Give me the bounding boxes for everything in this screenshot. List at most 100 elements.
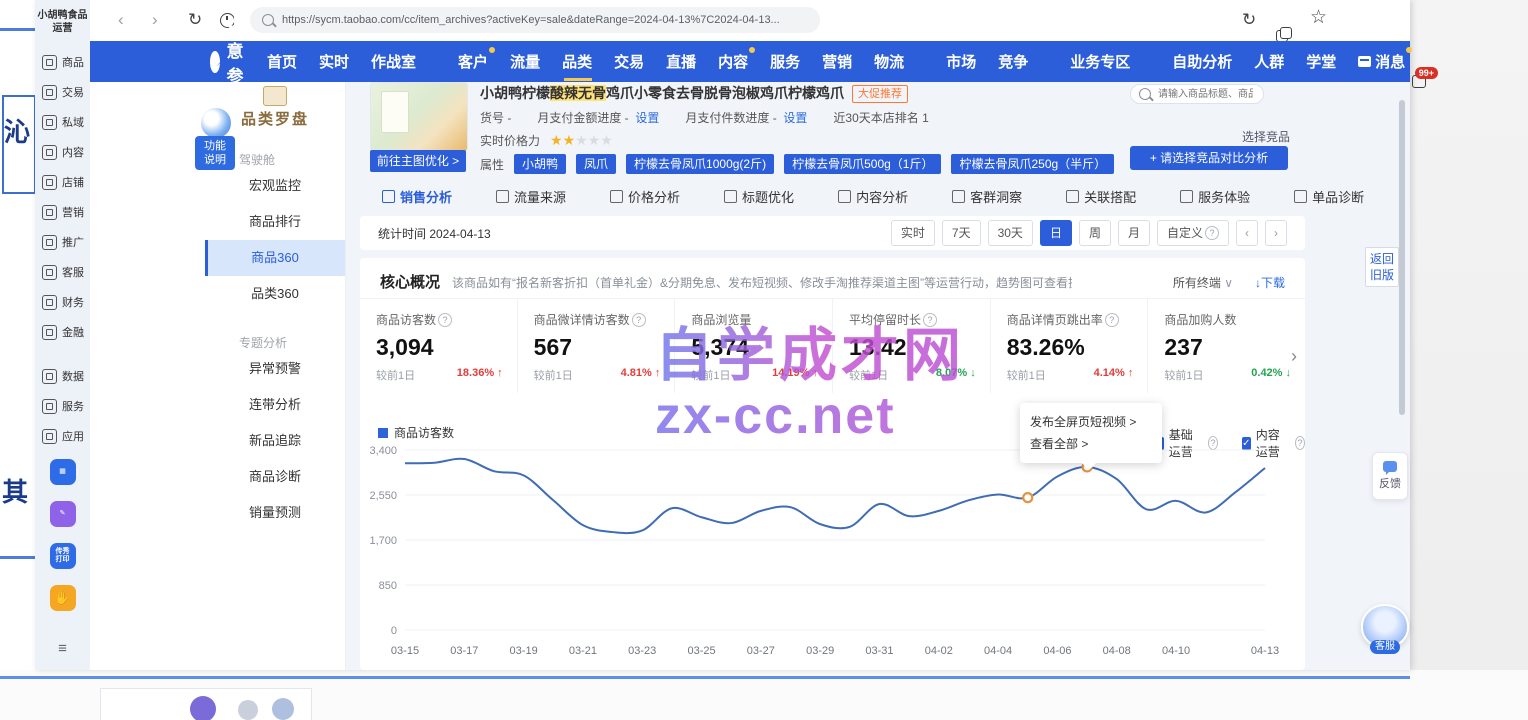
stat-card-bounce-rate[interactable]: 商品详情页跳出率? 83.26% 较前1日4.14% ↑ bbox=[990, 299, 1148, 393]
nav-item-business-zone[interactable]: 业务专区 bbox=[1070, 51, 1130, 72]
chat-extension-icon[interactable]: 99+ bbox=[1412, 74, 1428, 90]
sidebar-item-data[interactable]: 数据 bbox=[42, 361, 84, 391]
set-link[interactable]: 设置 bbox=[635, 111, 659, 125]
nav-item-message[interactable]: 消息 bbox=[1358, 51, 1405, 72]
nav-item-warroom[interactable]: 作战室 bbox=[371, 51, 416, 72]
print-app-icon[interactable]: 传秀打印 bbox=[50, 543, 76, 569]
nav-item-category[interactable]: 品类 bbox=[562, 51, 592, 72]
grid-app-icon[interactable]: ▦ bbox=[50, 459, 76, 485]
tab-traffic-source[interactable]: 流量来源 bbox=[496, 187, 566, 206]
terminal-filter[interactable]: 所有终端 ∨ bbox=[1173, 274, 1233, 291]
more-cards-chevron[interactable]: › bbox=[1291, 346, 1297, 367]
sidebar-item-promotion[interactable]: 推广 bbox=[42, 227, 84, 257]
attr-tag[interactable]: 柠檬去骨凤爪250g（半斤） bbox=[951, 154, 1114, 174]
feedback-button[interactable]: 反馈 bbox=[1372, 452, 1408, 500]
nav-item-customer[interactable]: 客户 bbox=[458, 51, 488, 72]
select-competitor-button[interactable]: + 请选择竞品对比分析 bbox=[1130, 146, 1288, 170]
customer-service-widget[interactable]: 客服 bbox=[1358, 604, 1412, 658]
stat-card-add-to-cart[interactable]: 商品加购人数 237 较前1日0.42% ↓ bbox=[1147, 299, 1305, 393]
reload-icon[interactable]: ↻ bbox=[188, 11, 202, 28]
product-search-input[interactable] bbox=[1156, 88, 1255, 101]
range-month[interactable]: 月 bbox=[1118, 220, 1150, 246]
stat-card-visitors[interactable]: 商品访客数? 3,094 较前1日18.36% ↑ bbox=[360, 299, 517, 393]
sidebar-item-capital[interactable]: 金融 bbox=[42, 317, 84, 347]
note-app-icon[interactable]: ✎ bbox=[50, 501, 76, 527]
sidebar-item-service[interactable]: 服务 bbox=[42, 391, 84, 421]
secnav-item-macro-monitor[interactable]: 宏观监控 bbox=[205, 168, 345, 204]
nav-item-trade[interactable]: 交易 bbox=[614, 51, 644, 72]
secnav-item-goods-360[interactable]: 商品360 bbox=[205, 240, 345, 276]
tooltip-link-view-all[interactable]: 查看全部 > bbox=[1030, 433, 1152, 455]
attr-tag[interactable]: 小胡鸭 bbox=[514, 154, 566, 174]
bookmark-star-icon[interactable]: ☆ bbox=[1310, 9, 1327, 26]
forward-icon[interactable]: › bbox=[152, 11, 158, 28]
tab-service-experience[interactable]: 服务体验 bbox=[1180, 187, 1250, 206]
attr-tag[interactable]: 柠檬去骨凤爪500g（1斤） bbox=[784, 154, 941, 174]
tab-sales-analysis[interactable]: 销售分析 bbox=[382, 187, 452, 206]
attr-tag[interactable]: 柠檬去骨凤爪1000g(2斤) bbox=[626, 154, 774, 174]
nav-item-live[interactable]: 直播 bbox=[666, 51, 696, 72]
nav-item-academy[interactable]: 学堂 bbox=[1306, 51, 1336, 72]
download-link[interactable]: ↓下载 bbox=[1255, 274, 1285, 291]
back-icon[interactable]: ‹ bbox=[118, 11, 124, 28]
page-scrollbar[interactable] bbox=[1399, 100, 1405, 415]
tab-content-analysis[interactable]: 内容分析 bbox=[838, 187, 908, 206]
prev-period-button[interactable]: ‹ bbox=[1236, 220, 1258, 246]
sidebar-item-customer-service[interactable]: 客服 bbox=[42, 257, 84, 287]
secnav-item-bundle-analysis[interactable]: 连带分析 bbox=[205, 387, 345, 423]
nav-item-logistics[interactable]: 物流 bbox=[874, 51, 904, 72]
secnav-item-goods-ranking[interactable]: 商品排行 bbox=[205, 204, 345, 240]
nav-item-realtime[interactable]: 实时 bbox=[319, 51, 349, 72]
tab-item-diagnosis[interactable]: 单品诊断 bbox=[1294, 187, 1364, 206]
sidebar-item-trade[interactable]: 交易 bbox=[42, 77, 84, 107]
nav-item-traffic[interactable]: 流量 bbox=[510, 51, 540, 72]
nav-item-self-analysis[interactable]: 自助分析 bbox=[1172, 51, 1232, 72]
stat-card-avg-stay-time[interactable]: 平均停留时长? 13.42 较前1日8.07% ↓ bbox=[832, 299, 990, 393]
sidebar-item-finance[interactable]: 财务 bbox=[42, 287, 84, 317]
nav-item-crowd[interactable]: 人群 bbox=[1254, 51, 1284, 72]
refresh-extension-icon[interactable]: ↻ bbox=[1242, 11, 1256, 28]
collapse-menu-icon[interactable]: ≡ bbox=[35, 640, 90, 657]
tab-related-combos[interactable]: 关联搭配 bbox=[1066, 187, 1136, 206]
tab-title-optimization[interactable]: 标题优化 bbox=[724, 187, 794, 206]
hand-app-icon[interactable]: ✋ bbox=[50, 585, 76, 611]
nav-item-service[interactable]: 服务 bbox=[770, 51, 800, 72]
tab-price-analysis[interactable]: 价格分析 bbox=[610, 187, 680, 206]
product-search-box[interactable] bbox=[1130, 84, 1264, 104]
set-link[interactable]: 设置 bbox=[783, 111, 807, 125]
secnav-item-new-product-tracking[interactable]: 新品追踪 bbox=[205, 423, 345, 459]
secnav-item-goods-diagnosis[interactable]: 商品诊断 bbox=[205, 459, 345, 495]
range-30d[interactable]: 30天 bbox=[988, 220, 1033, 246]
optimize-main-pic-button[interactable]: 前往主图优化 > bbox=[370, 150, 466, 172]
sidebar-item-shop[interactable]: 店铺 bbox=[42, 167, 84, 197]
next-period-button[interactable]: › bbox=[1265, 220, 1287, 246]
sidebar-item-content[interactable]: 内容 bbox=[42, 137, 84, 167]
secnav-item-anomaly-alert[interactable]: 异常预警 bbox=[205, 351, 345, 387]
stat-card-page-views[interactable]: 商品浏览量 5,374 较前1日14.19% ↑ bbox=[674, 299, 832, 393]
attr-tag[interactable]: 凤爪 bbox=[576, 154, 616, 174]
nav-item-home[interactable]: 首页 bbox=[267, 51, 297, 72]
sidebar-item-apps[interactable]: 应用 bbox=[42, 421, 84, 451]
nav-item-competition[interactable]: 竞争 bbox=[998, 51, 1028, 72]
tooltip-link-video[interactable]: 发布全屏页短视频 > bbox=[1030, 411, 1152, 433]
nav-item-content[interactable]: 内容 bbox=[718, 51, 748, 72]
sidebar-item-private-domain[interactable]: 私域 bbox=[42, 107, 84, 137]
sidebar-item-goods[interactable]: 商品 bbox=[42, 47, 84, 77]
nav-item-market[interactable]: 市场 bbox=[946, 51, 976, 72]
stat-card-micro-detail-visitors[interactable]: 商品微详情访客数? 567 较前1日4.81% ↑ bbox=[517, 299, 675, 393]
nav-item-marketing[interactable]: 营销 bbox=[822, 51, 852, 72]
visitors-trend-chart[interactable]: 08501,7002,5503,40003-1503-1703-1903-210… bbox=[360, 440, 1300, 668]
sidebar-item-marketing[interactable]: 营销 bbox=[42, 197, 84, 227]
address-bar[interactable]: https://sycm.taobao.com/cc/item_archives… bbox=[250, 7, 820, 33]
range-7d[interactable]: 7天 bbox=[942, 220, 981, 246]
range-day[interactable]: 日 bbox=[1040, 220, 1072, 246]
secnav-item-sales-forecast[interactable]: 销量预测 bbox=[205, 495, 345, 531]
range-week[interactable]: 周 bbox=[1079, 220, 1111, 246]
helper-widget[interactable]: 功能 说明 bbox=[195, 106, 235, 170]
event-marker[interactable] bbox=[1023, 493, 1032, 502]
range-custom[interactable]: 自定义? bbox=[1157, 220, 1229, 246]
tab-audience-insight[interactable]: 客群洞察 bbox=[952, 187, 1022, 206]
back-to-old-version-button[interactable]: 返回旧版 bbox=[1365, 247, 1399, 287]
range-realtime[interactable]: 实时 bbox=[891, 220, 935, 246]
secnav-item-category-360[interactable]: 品类360 bbox=[205, 276, 345, 312]
